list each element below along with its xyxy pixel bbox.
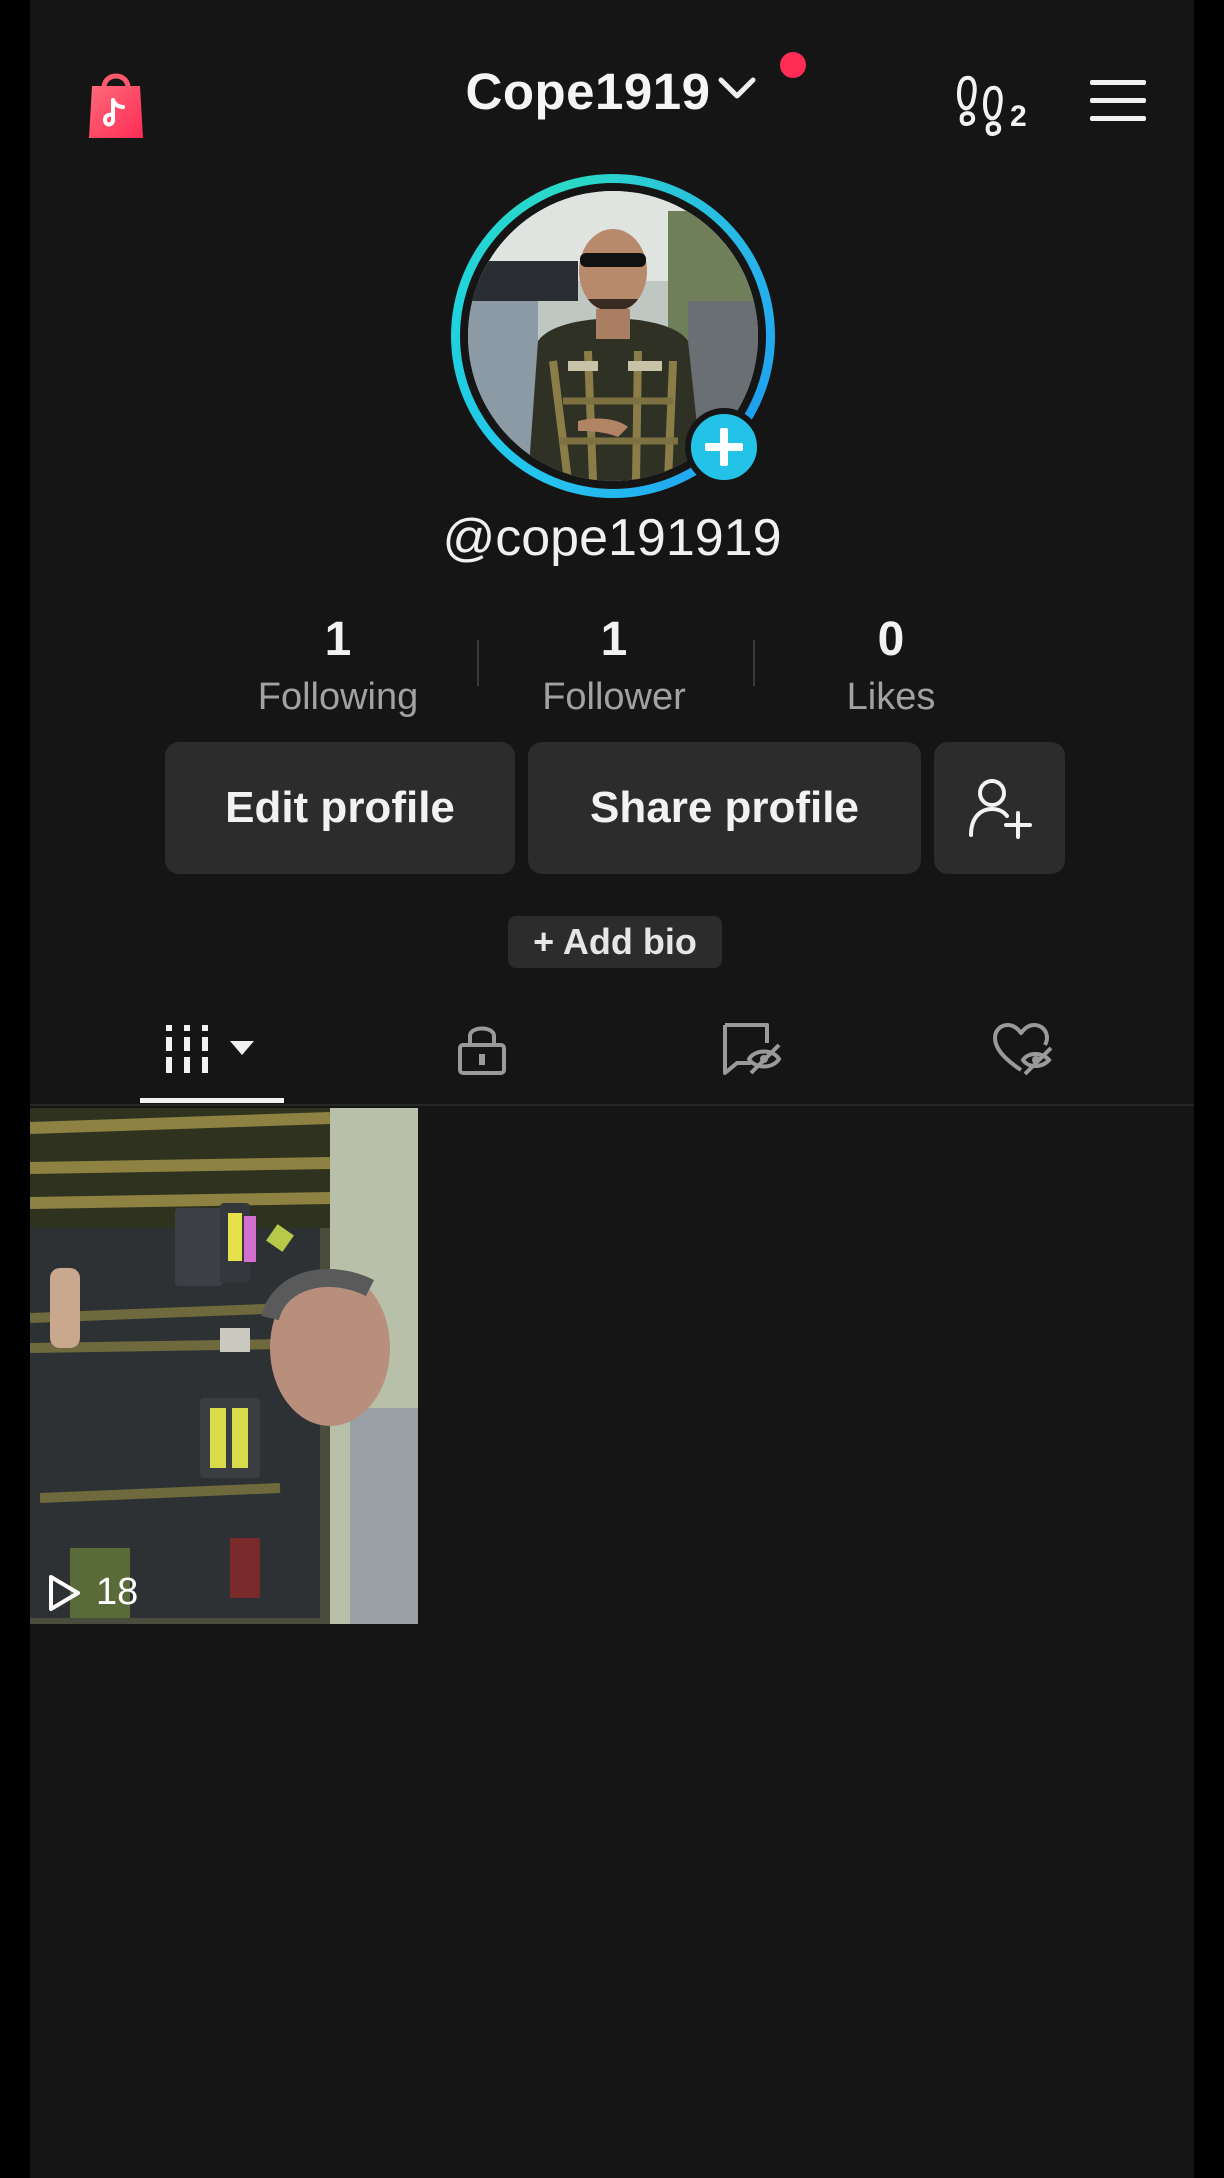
add-story-icon[interactable] [685,408,763,486]
stat-followers[interactable]: 1 Follower [504,614,724,719]
stat-value: 0 [877,613,905,666]
stat-following[interactable]: 1 Following [228,614,448,719]
stat-divider [477,640,479,686]
chevron-down-icon[interactable] [716,73,758,103]
content-tabs [30,996,1194,1106]
stat-divider [753,640,755,686]
hamburger-menu-icon[interactable] [1088,78,1148,124]
video-thumbnail-image [30,1108,418,1624]
tab-videos[interactable] [140,996,284,1102]
notification-dot [780,52,806,78]
add-friends-button[interactable] [934,742,1065,874]
play-icon [49,1574,80,1611]
tab-reposts[interactable] [680,996,824,1102]
add-bio-button[interactable]: + Add bio [508,916,722,968]
stat-likes[interactable]: 0 Likes [781,614,1001,719]
dropdown-caret-icon [230,1041,254,1055]
heart-hidden-icon [993,1023,1053,1076]
footprint-count: 2 [1010,100,1027,133]
stat-label: Following [257,676,419,718]
stat-label: Follower [542,676,686,718]
view-count: 18 [46,1571,138,1614]
view-count-text: 18 [96,1571,139,1613]
profile-screen: Cope1919 2 @cope191919 1 Following 1 Fol… [30,0,1194,2178]
account-switcher[interactable]: Cope1919 [466,62,711,121]
tab-private[interactable] [410,996,554,1102]
stat-value: 1 [324,613,352,666]
video-thumbnail[interactable]: 18 [30,1108,418,1624]
stat-label: Likes [846,676,936,718]
edit-profile-button[interactable]: Edit profile [165,742,515,874]
stat-value: 1 [600,613,628,666]
top-bar: Cope1919 2 [30,0,1194,170]
lock-icon [458,1026,506,1075]
active-tab-indicator [140,1098,284,1103]
grid-icon [166,1025,254,1073]
add-user-icon [968,779,1032,839]
tab-liked[interactable] [950,996,1094,1102]
divider [30,1104,1194,1106]
repost-hidden-icon [723,1023,782,1075]
share-profile-button[interactable]: Share profile [528,742,921,874]
profile-handle: @cope191919 [442,509,782,567]
